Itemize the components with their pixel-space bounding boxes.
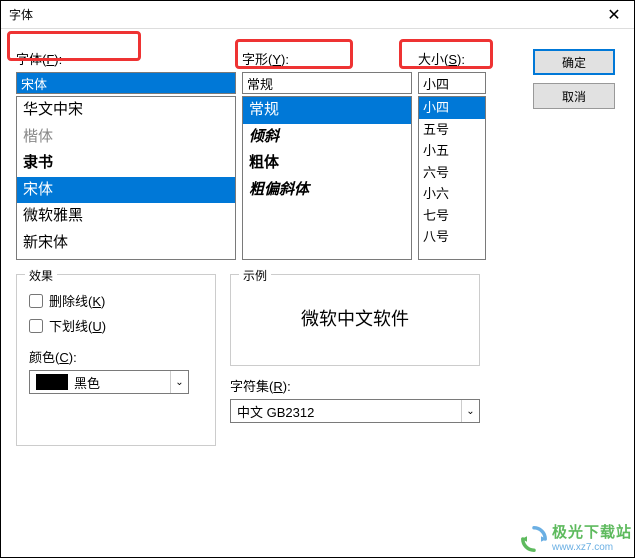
style-label: 字形(Y): [242, 49, 412, 68]
font-column: 字体(F): 华文中宋 楷体 隶书 宋体 微软雅黑 新宋体 幼圆 [16, 49, 236, 260]
charset-label: 字符集(R): [230, 376, 480, 395]
list-item[interactable]: 五号 [419, 119, 485, 141]
style-listbox[interactable]: 常规 倾斜 粗体 粗偏斜体 [242, 96, 412, 260]
close-button[interactable]: ✕ [594, 1, 634, 29]
size-listbox[interactable]: 小四 五号 小五 六号 小六 七号 八号 [418, 96, 486, 260]
chevron-down-icon: ⌄ [461, 400, 479, 422]
font-input[interactable] [16, 72, 236, 94]
list-item[interactable]: 粗体 [243, 150, 411, 177]
top-row: 字体(F): 华文中宋 楷体 隶书 宋体 微软雅黑 新宋体 幼圆 字形(Y): … [16, 49, 619, 260]
style-column: 字形(Y): 常规 倾斜 粗体 粗偏斜体 [242, 49, 412, 260]
list-item[interactable]: 隶书 [17, 150, 235, 177]
strikeout-label[interactable]: 删除线(K) [49, 291, 105, 310]
font-dialog: 字体 ✕ 字体(F): 华文中宋 楷体 隶书 宋体 微软雅黑 新宋体 幼圆 [0, 0, 635, 558]
list-item[interactable]: 小六 [419, 183, 485, 205]
list-item[interactable]: 新宋体 [17, 230, 235, 257]
list-item[interactable]: 微软雅黑 [17, 203, 235, 230]
underline-row: 下划线(U) [29, 316, 203, 335]
sample-groupbox: 示例 微软中文软件 [230, 274, 480, 366]
effects-title: 效果 [25, 267, 57, 284]
list-item[interactable]: 常规 [243, 97, 411, 124]
sample-text: 微软中文软件 [301, 305, 409, 331]
underline-label[interactable]: 下划线(U) [49, 316, 106, 335]
strikeout-row: 删除线(K) [29, 291, 203, 310]
list-item[interactable]: 幼圆 [17, 256, 235, 260]
charset-value: 中文 GB2312 [237, 402, 461, 421]
button-column: 确定 取消 [492, 49, 619, 260]
list-item[interactable]: 七号 [419, 205, 485, 227]
titlebar: 字体 ✕ [1, 1, 634, 29]
dialog-content: 字体(F): 华文中宋 楷体 隶书 宋体 微软雅黑 新宋体 幼圆 字形(Y): … [1, 29, 634, 456]
size-column: 大小(S): 小四 五号 小五 六号 小六 七号 八号 [418, 49, 486, 260]
list-item[interactable]: 八号 [419, 226, 485, 248]
charset-row: 字符集(R): 中文 GB2312 ⌄ [230, 376, 480, 423]
font-listbox[interactable]: 华文中宋 楷体 隶书 宋体 微软雅黑 新宋体 幼圆 [16, 96, 236, 260]
watermark-name: 极光下载站 [552, 525, 632, 542]
color-swatch [36, 374, 68, 390]
close-icon: ✕ [607, 5, 620, 25]
watermark-text: 极光下载站 www.xz7.com [552, 525, 632, 553]
right-column: 示例 微软中文软件 字符集(R): 中文 GB2312 ⌄ [230, 274, 480, 446]
watermark-url: www.xz7.com [552, 542, 632, 553]
sample-title: 示例 [239, 267, 271, 284]
list-item[interactable]: 倾斜 [243, 124, 411, 151]
strikeout-checkbox[interactable] [29, 294, 43, 308]
style-input[interactable] [242, 72, 412, 94]
effects-groupbox: 效果 删除线(K) 下划线(U) 颜色(C): 黑色 ⌄ [16, 274, 216, 446]
chevron-down-icon: ⌄ [170, 371, 188, 393]
list-item[interactable]: 六号 [419, 162, 485, 184]
list-item[interactable]: 小四 [419, 97, 485, 119]
color-label: 颜色(C): [29, 347, 203, 366]
color-name: 黑色 [74, 373, 170, 392]
size-label: 大小(S): [418, 49, 486, 68]
color-row: 颜色(C): 黑色 ⌄ [29, 347, 203, 394]
ok-button[interactable]: 确定 [533, 49, 615, 75]
window-title: 字体 [9, 6, 33, 23]
mid-row: 效果 删除线(K) 下划线(U) 颜色(C): 黑色 ⌄ [16, 274, 619, 446]
font-label: 字体(F): [16, 49, 236, 68]
size-input[interactable] [418, 72, 486, 94]
list-item[interactable]: 宋体 [17, 177, 235, 204]
charset-select[interactable]: 中文 GB2312 ⌄ [230, 399, 480, 423]
list-item[interactable]: 华文中宋 [17, 97, 235, 124]
watermark-logo-icon [520, 525, 548, 553]
watermark: 极光下载站 www.xz7.com [520, 525, 632, 553]
list-item[interactable]: 粗偏斜体 [243, 177, 411, 204]
color-select[interactable]: 黑色 ⌄ [29, 370, 189, 394]
underline-checkbox[interactable] [29, 319, 43, 333]
cancel-button[interactable]: 取消 [533, 83, 615, 109]
list-item[interactable]: 楷体 [17, 124, 235, 151]
list-item[interactable]: 小五 [419, 140, 485, 162]
